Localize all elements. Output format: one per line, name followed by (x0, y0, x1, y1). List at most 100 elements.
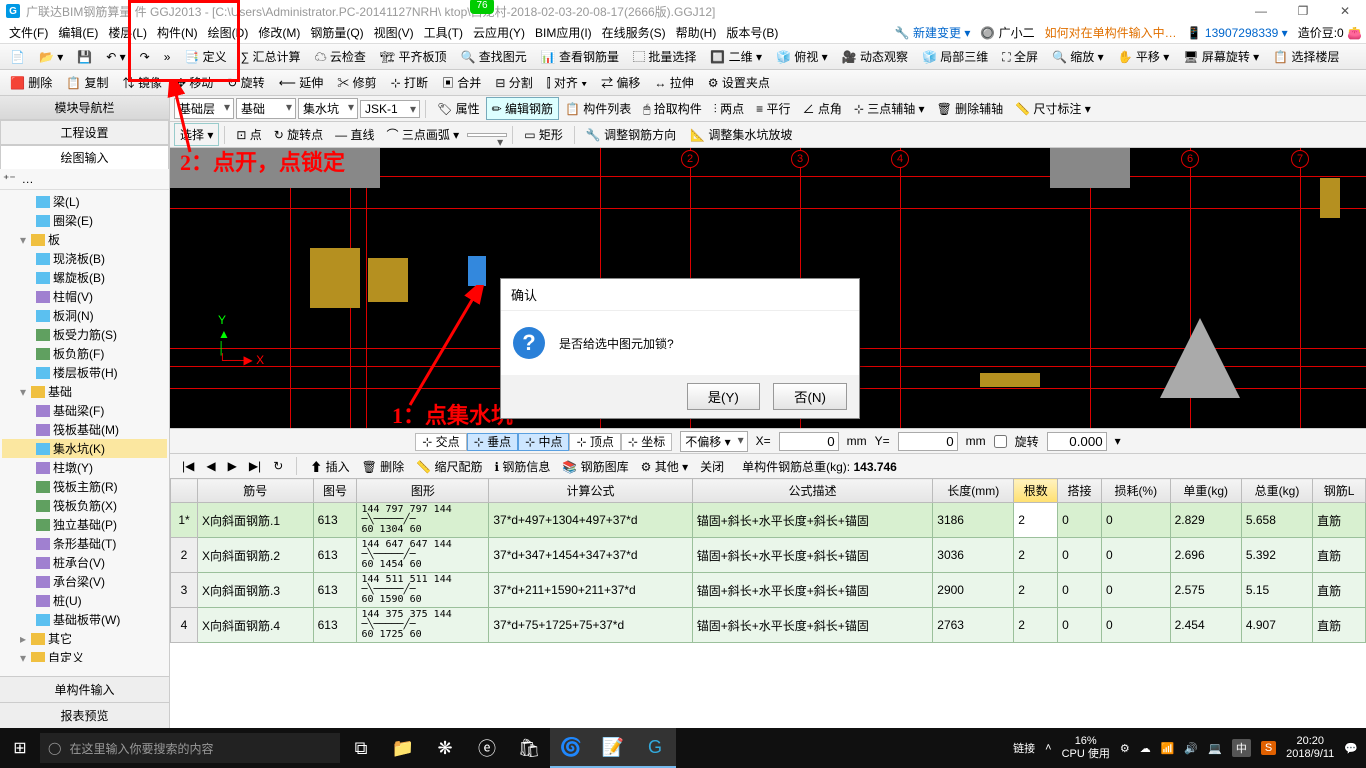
offset-y-input[interactable] (898, 432, 958, 451)
dialog-no-button[interactable]: 否(N) (773, 383, 847, 410)
tray-cpu[interactable]: 16%CPU 使用 (1062, 735, 1110, 761)
ctx-button[interactable]: 🗑 删除辅轴 (931, 97, 1010, 120)
tray-sogou-icon[interactable]: S (1261, 741, 1276, 755)
table-tool-button[interactable]: 📚 钢筋图库 (556, 455, 634, 478)
nav-button[interactable]: ◀ (200, 456, 221, 476)
category-select[interactable]: 基础 (236, 98, 296, 119)
draw-tool[interactable]: ⊡ 点 (230, 123, 267, 146)
snap-toggle[interactable]: ⊹ 垂点 (467, 433, 518, 451)
rotate-input[interactable] (1047, 432, 1107, 451)
toolbar-button[interactable]: 🔍 查找图元 (454, 45, 532, 68)
toolbar-button[interactable]: 🔍 缩放 ▾ (1046, 45, 1110, 68)
tab-project-settings[interactable]: 工程设置 (0, 120, 169, 145)
table-row[interactable]: 4X向斜面钢筋.4613 144 375 375 144─╲─────╱─60 … (171, 608, 1366, 643)
user-label[interactable]: 🔘 广小二 (980, 24, 1034, 41)
column-header[interactable]: 根数 (1014, 479, 1058, 503)
nav-button[interactable]: ▶| (243, 456, 267, 476)
toolbar-button[interactable]: ⊟ 分割 (489, 71, 538, 94)
phone-label[interactable]: 📱 13907298339 ▾ (1187, 26, 1288, 40)
dialog-yes-button[interactable]: 是(Y) (687, 383, 760, 410)
tree-item[interactable]: 承台梁(V) (2, 572, 167, 591)
table-tool-button[interactable]: 📏 缩尺配筋 (410, 455, 488, 478)
toolbar-button[interactable]: ⇄ 偏移 (595, 71, 646, 94)
report-preview[interactable]: 报表预览 (0, 702, 169, 728)
toolbar-button[interactable]: 📄 (4, 47, 31, 67)
ctx-button[interactable]: ⫶ 两点 (708, 97, 750, 120)
toolbar-button[interactable]: 🔲 二维 ▾ (704, 45, 768, 68)
tab-drawing-input[interactable]: 绘图输入 (0, 145, 169, 169)
app-icon[interactable]: 🌀 (550, 728, 592, 768)
toolbar-button[interactable]: ↷ (134, 47, 156, 67)
toolbar-button[interactable]: » (158, 47, 177, 67)
toolbar-button[interactable]: 📊 查看钢筋量 (535, 45, 625, 68)
column-header[interactable] (171, 479, 198, 503)
menu-item[interactable]: 云应用(Y) (468, 26, 530, 40)
tree-item[interactable]: 基础 (2, 382, 167, 401)
tree-item[interactable]: 柱帽(V) (2, 287, 167, 306)
column-header[interactable]: 计算公式 (489, 479, 692, 503)
toolbar-button[interactable]: 📂 ▾ (33, 47, 69, 67)
ctx-button[interactable]: 🏷 属性 (431, 97, 486, 120)
toolbar-button[interactable]: 📋 复制 (60, 71, 114, 94)
tray-network-icon[interactable]: 📶 (1161, 742, 1175, 755)
tree-item[interactable]: 圈梁(E) (2, 211, 167, 230)
toolbar-button[interactable]: 🟥 删除 (4, 71, 58, 94)
tree-item[interactable]: 集水坑(K) (2, 439, 167, 458)
toolbar-button[interactable]: 📑 定义 (178, 45, 232, 68)
offset-select[interactable]: 不偏移 ▾ (680, 431, 747, 452)
ctx-button[interactable]: 🖱 拾取构件 (637, 97, 708, 120)
menu-item[interactable]: BIM应用(I) (530, 26, 597, 40)
toolbar-button[interactable]: 📋 选择楼层 (1267, 45, 1345, 68)
snap-toggle[interactable]: ⊹ 坐标 (621, 433, 672, 451)
table-tool-button[interactable]: 🗑 删除 (356, 455, 411, 478)
task-view-icon[interactable]: ⧉ (340, 728, 382, 768)
tree-item[interactable]: 自定义 (2, 648, 167, 662)
rect-tool[interactable]: ▭ 矩形 (518, 123, 569, 146)
tree-item[interactable]: 其它 (2, 629, 167, 648)
new-change-button[interactable]: 🔧 新建变更 ▾ (895, 24, 971, 41)
ctx-button[interactable]: ∠ 点角 (796, 97, 847, 120)
tree-item[interactable]: 梁(L) (2, 192, 167, 211)
menu-item[interactable]: 构件(N) (152, 26, 203, 40)
tray-icon[interactable]: ☁ (1140, 742, 1151, 755)
menu-item[interactable]: 楼层(L) (103, 26, 152, 40)
tree-item[interactable]: 桩(U) (2, 591, 167, 610)
toolbar-button[interactable]: ↶ ▾ (100, 47, 131, 67)
column-header[interactable]: 损耗(%) (1101, 479, 1170, 503)
toolbar-button[interactable]: ✋ 平移 ▾ (1112, 45, 1176, 68)
tree-item[interactable]: 条形基础(T) (2, 534, 167, 553)
ctx-button[interactable]: 📋 构件列表 (559, 97, 637, 120)
tray-notifications-icon[interactable]: 💬 (1344, 742, 1358, 755)
toolbar-button[interactable]: 🏗 平齐板顶 (374, 45, 453, 68)
tree-item[interactable]: 基础板带(W) (2, 610, 167, 629)
tree-item[interactable]: 板负筋(F) (2, 344, 167, 363)
menu-item[interactable]: 绘图(D) (203, 26, 254, 40)
menu-item[interactable]: 版本号(B) (721, 26, 783, 40)
toolbar-button[interactable]: ⇅ 镜像 (117, 71, 168, 94)
tree-item[interactable]: 楼层板带(H) (2, 363, 167, 382)
select-tool[interactable]: 选择 ▾ (174, 123, 219, 146)
menu-item[interactable]: 编辑(E) (53, 26, 103, 40)
toolbar-button[interactable]: 🧊 俯视 ▾ (770, 45, 834, 68)
tree-item[interactable]: 筏板主筋(R) (2, 477, 167, 496)
toolbar-button[interactable]: ⊹ 打断 (385, 71, 434, 94)
ctx-button[interactable]: ≡ 平行 (750, 97, 796, 120)
draw-tool[interactable]: — 直线 (329, 123, 380, 146)
edge-icon[interactable]: ⓔ (466, 728, 508, 768)
component-tree[interactable]: 梁(L)圈梁(E)板现浇板(B)螺旋板(B)柱帽(V)板洞(N)板受力筋(S)板… (0, 190, 169, 662)
snap-toggle[interactable]: ⊹ 交点 (415, 433, 466, 451)
menu-item[interactable]: 钢筋量(Q) (305, 26, 368, 40)
table-row[interactable]: 3X向斜面钢筋.3613 144 511 511 144─╲─────╱─60 … (171, 573, 1366, 608)
toolbar-button[interactable]: ✂ 修剪 (331, 71, 382, 94)
tree-item[interactable]: 筏板负筋(X) (2, 496, 167, 515)
start-button[interactable]: ⊞ (0, 728, 40, 768)
ctx-button[interactable]: ✏ 编辑钢筋 (486, 97, 559, 120)
rotate-checkbox[interactable] (994, 435, 1007, 448)
name-select[interactable]: JSK-1 (360, 100, 420, 118)
draw-tool[interactable]: ↻ 旋转点 (268, 123, 329, 146)
toolbar-button[interactable]: ▣ 合并 (436, 71, 487, 94)
store-icon[interactable]: 🛍 (508, 728, 550, 768)
single-component-input[interactable]: 单构件输入 (0, 676, 169, 702)
column-header[interactable]: 筋号 (198, 479, 314, 503)
nav-button[interactable]: ↻ (267, 456, 289, 476)
